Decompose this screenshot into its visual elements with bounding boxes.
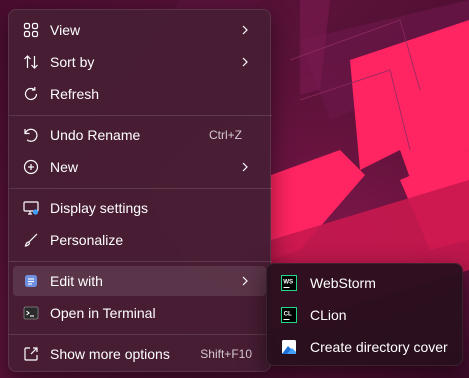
menu-item-label: Sort by — [50, 54, 95, 70]
undo-icon — [23, 127, 39, 143]
chevron-right-icon — [238, 23, 252, 37]
menu-item-show-more-options[interactable]: Show more options Shift+F10 — [13, 339, 266, 369]
context-menu: View Sort by Refresh Undo Rename Ctrl+Z … — [8, 9, 272, 372]
chevron-right-icon — [238, 55, 252, 69]
shortcut-text: Shift+F10 — [200, 347, 252, 361]
menu-item-open-in-terminal[interactable]: Open in Terminal — [13, 298, 266, 328]
plus-circle-icon — [23, 159, 39, 175]
submenu-item-label: Create directory cover — [310, 339, 448, 355]
menu-item-view[interactable]: View — [13, 15, 266, 45]
sort-icon — [23, 54, 39, 70]
menu-item-personalize[interactable]: Personalize — [13, 225, 266, 255]
terminal-icon — [23, 305, 39, 321]
shortcut-text: Ctrl+Z — [209, 128, 242, 142]
svg-text:WS: WS — [283, 279, 293, 286]
menu-item-sort-by[interactable]: Sort by — [13, 47, 266, 77]
refresh-icon — [23, 86, 39, 102]
menu-item-label: Open in Terminal — [50, 305, 156, 321]
menu-item-new[interactable]: New — [13, 152, 266, 182]
menu-separator — [9, 261, 272, 262]
submenu-item-label: WebStorm — [310, 275, 376, 291]
menu-item-label: Refresh — [50, 86, 100, 102]
menu-separator — [9, 188, 272, 189]
chevron-right-icon — [238, 274, 252, 288]
submenu-item-clion[interactable]: CL CLion — [271, 300, 458, 330]
menu-item-edit-with[interactable]: Edit with — [13, 266, 266, 296]
brush-icon — [23, 232, 39, 248]
menu-item-refresh[interactable]: Refresh — [13, 79, 266, 109]
submenu-item-webstorm[interactable]: WS WebStorm — [271, 268, 458, 298]
menu-separator — [9, 115, 272, 116]
display-settings-icon — [23, 200, 39, 216]
menu-item-label: View — [50, 22, 81, 38]
svg-text:CL: CL — [284, 311, 292, 318]
menu-item-undo-rename[interactable]: Undo Rename Ctrl+Z — [13, 120, 266, 150]
image-icon — [281, 339, 297, 355]
menu-item-label: Display settings — [50, 200, 149, 216]
menu-item-label: New — [50, 159, 79, 175]
edit-with-icon — [23, 273, 39, 289]
view-grid-icon — [23, 22, 39, 38]
submenu-item-label: CLion — [310, 307, 347, 323]
menu-item-label: Undo Rename — [50, 127, 141, 143]
clion-icon: CL — [281, 307, 297, 323]
menu-separator — [9, 334, 272, 335]
menu-item-display-settings[interactable]: Display settings — [13, 193, 266, 223]
chevron-right-icon — [238, 160, 252, 174]
menu-item-label: Edit with — [50, 273, 103, 289]
menu-item-label: Show more options — [50, 346, 170, 362]
show-more-icon — [23, 346, 39, 362]
submenu-item-create-directory-cover[interactable]: Create directory cover — [271, 332, 458, 362]
webstorm-icon: WS — [281, 275, 297, 291]
edit-with-submenu: WS WebStorm CL CLion Create directory co… — [266, 263, 463, 366]
menu-item-label: Personalize — [50, 232, 124, 248]
